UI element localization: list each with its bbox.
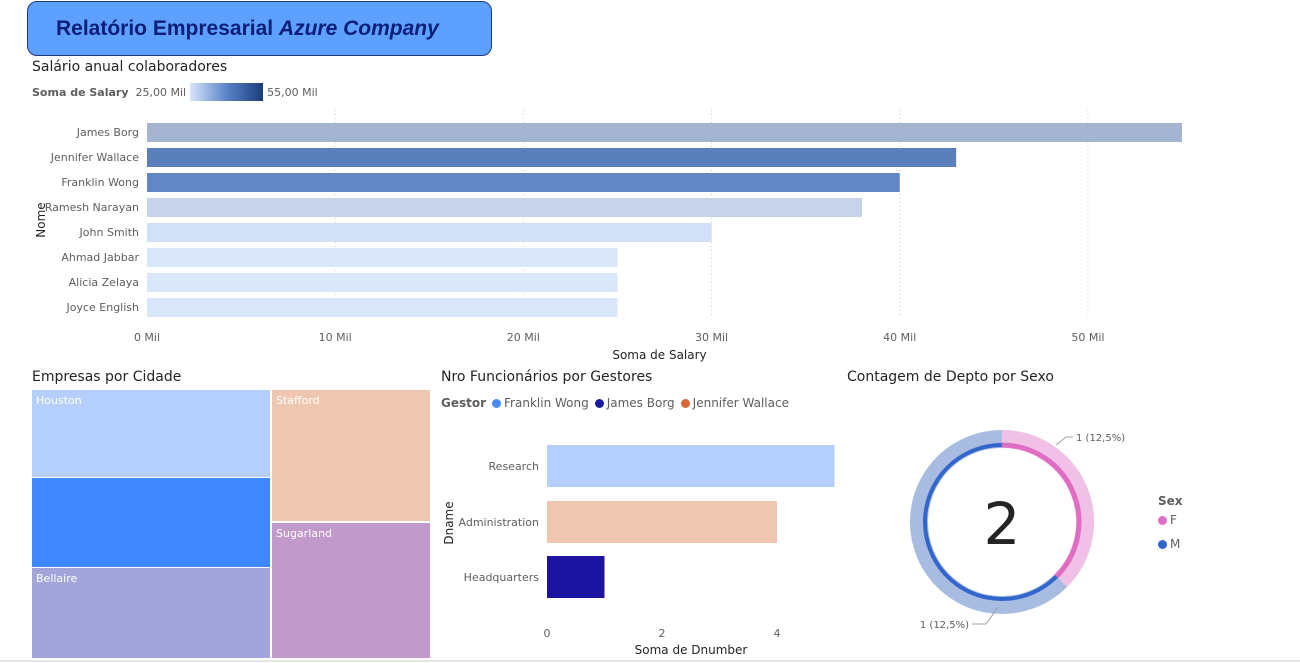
- salary-legend-max: 55,00 Mil: [267, 85, 318, 99]
- salary-legend: Soma de Salary 25,00 Mil 55,00 Mil: [32, 83, 318, 101]
- donut-center-value: 2: [984, 490, 1021, 558]
- legend-item-label: F: [1170, 513, 1177, 527]
- report-title-banner: Relatório Empresarial Azure Company: [27, 1, 492, 56]
- salary-bar: [147, 173, 900, 192]
- salary-bar: [147, 298, 618, 317]
- salary-xtick-label: 10 Mil: [319, 331, 352, 344]
- legend-item-label: Jennifer Wallace: [692, 396, 789, 410]
- donut-leader-line: [1055, 436, 1073, 446]
- sex-donut-chart: 2 1 (12,5%) 1 (12,5%): [910, 430, 1125, 631]
- salary-bar: [147, 223, 712, 242]
- salary-legend-min: 25,00 Mil: [135, 85, 187, 99]
- salary-category-label: Ahmad Jabbar: [61, 251, 139, 264]
- donut-legend-item-m[interactable]: M: [1158, 537, 1183, 551]
- treemap-tile-blue[interactable]: [32, 478, 270, 567]
- legend-item-label: M: [1170, 537, 1181, 551]
- legend-dot-icon: [1158, 515, 1167, 525]
- gestores-xtick-label: 2: [659, 627, 666, 640]
- donut-legend: Sex F M: [1158, 494, 1183, 551]
- legend-dot-icon: [594, 398, 604, 408]
- report-title: Relatório Empresarial: [56, 16, 279, 40]
- donut-legend-title: Sex: [1158, 494, 1183, 508]
- gestores-category-label: Headquarters: [464, 571, 540, 584]
- gestores-yaxis-label: Dname: [442, 501, 456, 544]
- salary-xtick-label: 30 Mil: [695, 331, 728, 344]
- salary-bar-chart: 0 Mil 10 Mil 20 Mil 30 Mil 40 Mil 50 Mil James…: [34, 110, 1182, 362]
- treemap-tile-label: Stafford: [276, 394, 320, 407]
- treemap-tile-stafford[interactable]: Stafford: [272, 390, 430, 521]
- gestores-bar-chart: Research Administration Headquarters 0 2 4 Som…: [442, 445, 835, 657]
- gestores-xtick-label: 4: [774, 627, 781, 640]
- gestores-xtick-label: 0: [544, 627, 551, 640]
- legend-item-label: James Borg: [606, 396, 675, 410]
- gestores-legend: Gestor Franklin Wong James Borg Jennifer…: [441, 396, 789, 410]
- treemap-tile-bellaire[interactable]: Bellaire: [32, 568, 270, 658]
- legend-dot-icon: [680, 398, 690, 408]
- cities-treemap: Houston Bellaire Stafford Sugarland: [32, 390, 432, 658]
- donut-data-label: 1 (12,5%): [920, 620, 969, 631]
- treemap-tile-sugarland[interactable]: Sugarland: [272, 523, 430, 658]
- gestores-category-label: Research: [489, 460, 539, 473]
- donut-chart-title: Contagem de Depto por Sexo: [847, 369, 1054, 385]
- salary-category-label: John Smith: [79, 226, 139, 239]
- treemap-title: Empresas por Cidade: [32, 369, 182, 385]
- gestores-legend-title: Gestor: [441, 396, 487, 410]
- gestores-category-label: Administration: [459, 516, 540, 529]
- salary-chart-title: Salário anual colaboradores: [32, 59, 228, 75]
- salary-bar: [147, 123, 1182, 142]
- salary-bar: [147, 198, 863, 217]
- salary-category-label: Ramesh Narayan: [45, 201, 139, 214]
- salary-legend-label: Soma de Salary: [32, 85, 129, 99]
- salary-bar: [147, 148, 957, 167]
- salary-xtick-label: 0 Mil: [134, 331, 160, 344]
- salary-bar: [147, 248, 618, 267]
- gestores-bar: [547, 501, 777, 543]
- donut-legend-item-f[interactable]: F: [1158, 513, 1183, 527]
- salary-bar: [147, 273, 618, 292]
- salary-category-label: Franklin Wong: [61, 176, 139, 189]
- gestores-bar: [547, 556, 605, 598]
- salary-category-label: Jennifer Wallace: [50, 151, 139, 164]
- gestores-xaxis-label: Soma de Dnumber: [635, 643, 748, 657]
- bottom-divider: [0, 660, 1300, 662]
- salary-xtick-label: 50 Mil: [1071, 331, 1104, 344]
- salary-category-label: Joyce English: [65, 301, 139, 314]
- donut-data-label: 1 (12,5%): [1076, 433, 1125, 444]
- legend-item-label: Franklin Wong: [504, 396, 589, 410]
- legend-dot-icon: [492, 398, 502, 408]
- treemap-tile-label: Houston: [36, 394, 82, 407]
- report-title-company: Azure Company: [278, 16, 439, 40]
- gestores-chart-title: Nro Funcionários por Gestores: [441, 369, 653, 385]
- legend-dot-icon: [1158, 539, 1167, 549]
- salary-yaxis-label: Nome: [34, 202, 48, 237]
- salary-legend-gradient: [190, 83, 264, 101]
- treemap-tile-label: Bellaire: [36, 572, 78, 585]
- treemap-tile-label: Sugarland: [276, 527, 332, 540]
- salary-category-label: Alicia Zelaya: [69, 276, 139, 289]
- gestores-bar: [547, 445, 835, 487]
- salary-xaxis-label: Soma de Salary: [612, 348, 706, 362]
- treemap-tile-houston[interactable]: Houston: [32, 390, 270, 477]
- salary-category-label: James Borg: [76, 126, 139, 139]
- salary-xtick-label: 40 Mil: [883, 331, 916, 344]
- salary-xtick-label: 20 Mil: [507, 331, 540, 344]
